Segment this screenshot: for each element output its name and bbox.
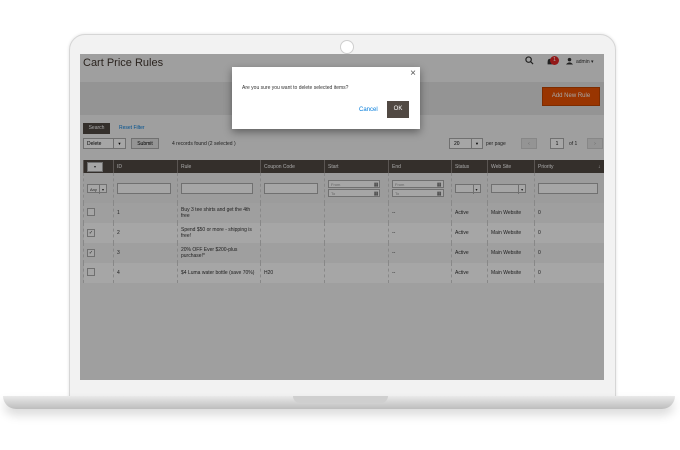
modal-message: Are you sure you want to delete selected… bbox=[242, 85, 349, 91]
camera-icon bbox=[340, 40, 354, 54]
confirm-delete-modal: × Are you sure you want to delete select… bbox=[232, 67, 420, 129]
laptop-notch bbox=[293, 396, 388, 403]
screen: Cart Price Rules 1 admin ▾ Add New Rule … bbox=[80, 54, 604, 380]
cancel-button[interactable]: Cancel bbox=[359, 107, 378, 113]
close-icon[interactable]: × bbox=[410, 68, 416, 79]
ok-button[interactable]: OK bbox=[387, 101, 409, 118]
